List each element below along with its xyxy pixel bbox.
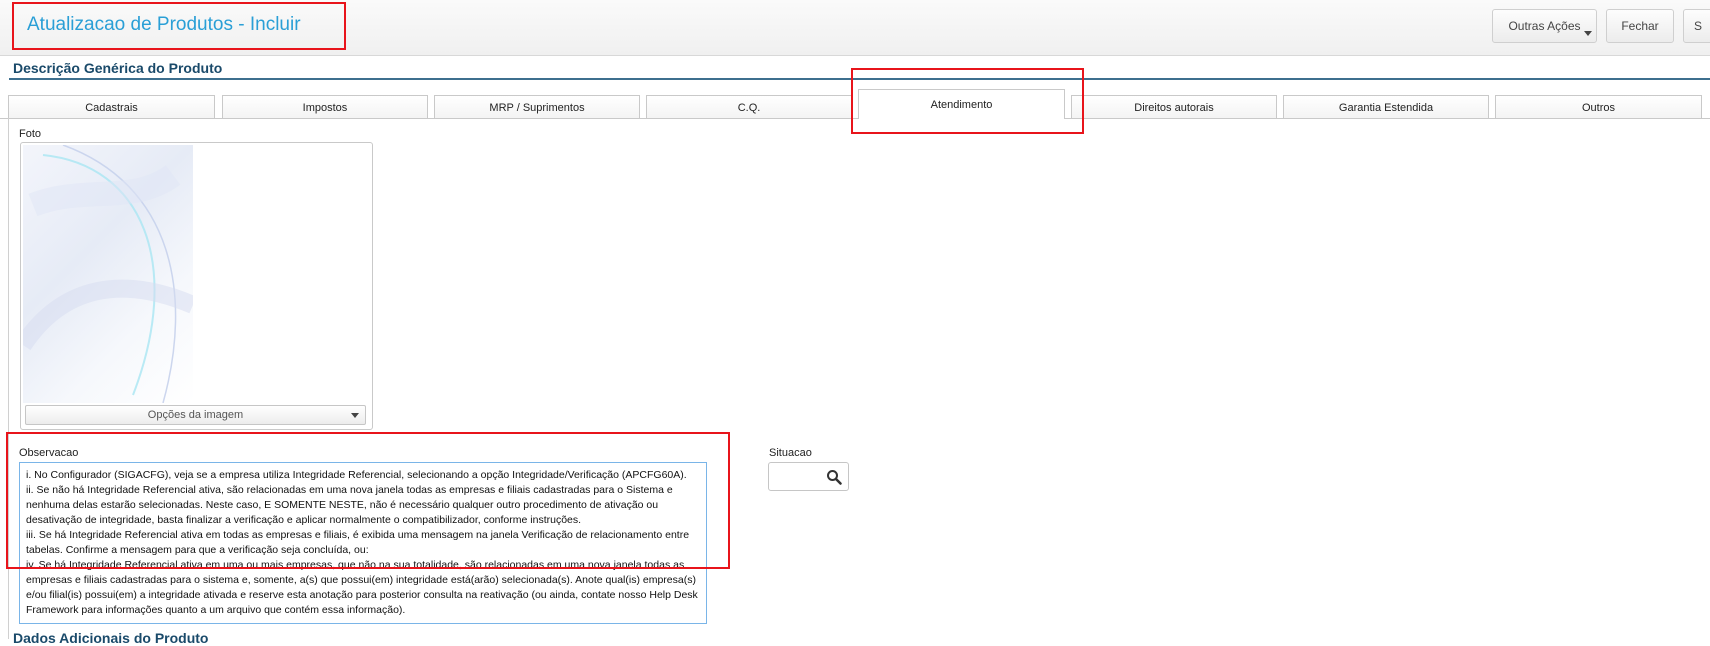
tab-label: Direitos autorais (1134, 101, 1214, 114)
search-icon[interactable] (826, 469, 842, 485)
situacao-search-input[interactable] (768, 462, 849, 491)
tab-label: Garantia Estendida (1338, 101, 1434, 114)
tab-label: Atendimento (930, 98, 993, 111)
image-options-select[interactable]: Opções da imagem (25, 405, 366, 425)
tab-label: Impostos (302, 101, 348, 114)
tab-mrp-suprimentos[interactable]: MRP / Suprimentos (434, 95, 640, 119)
panel-border (8, 118, 9, 639)
tab-garantia-estendida[interactable]: Garantia Estendida (1283, 95, 1489, 119)
image-options-label: Opções da imagem (147, 409, 244, 421)
tab-bar: Cadastrais Impostos MRP / Suprimentos C.… (0, 0, 1710, 120)
tab-impostos[interactable]: Impostos (222, 95, 428, 119)
swirl-graphic (21, 144, 197, 404)
tab-outros[interactable]: Outros (1495, 95, 1702, 119)
tab-divider (0, 118, 1710, 119)
tab-direitos-autorais[interactable]: Direitos autorais (1071, 95, 1277, 119)
observacao-textarea[interactable]: i. No Configurador (SIGACFG), veja se a … (19, 462, 707, 624)
observacao-label: Observacao (19, 447, 79, 459)
tab-cq[interactable]: C.Q. (646, 95, 852, 119)
tab-cadastrais[interactable]: Cadastrais (8, 95, 215, 119)
observacao-line: iv. Se há Integridade Referencial ativa … (26, 559, 698, 616)
tab-label: Cadastrais (85, 101, 138, 114)
observacao-line: i. No Configurador (SIGACFG), veja se a … (26, 469, 687, 481)
observacao-line: iii. Se há Integridade Referencial ativa… (26, 529, 690, 556)
situacao-label: Situacao (769, 447, 812, 459)
foto-label: Foto (19, 128, 42, 140)
photo-frame: Opções da imagem (20, 142, 373, 430)
tab-label: C.Q. (737, 101, 761, 114)
chevron-down-icon (351, 413, 359, 418)
placeholder-image (21, 144, 197, 404)
tab-label: MRP / Suprimentos (489, 101, 585, 114)
tab-atendimento[interactable]: Atendimento (858, 89, 1065, 119)
tab-label: Outros (1581, 101, 1615, 114)
footer-section-title: Dados Adicionais do Produto (13, 630, 209, 646)
observacao-line: ii. Se não há Integridade Referencial at… (26, 484, 673, 526)
